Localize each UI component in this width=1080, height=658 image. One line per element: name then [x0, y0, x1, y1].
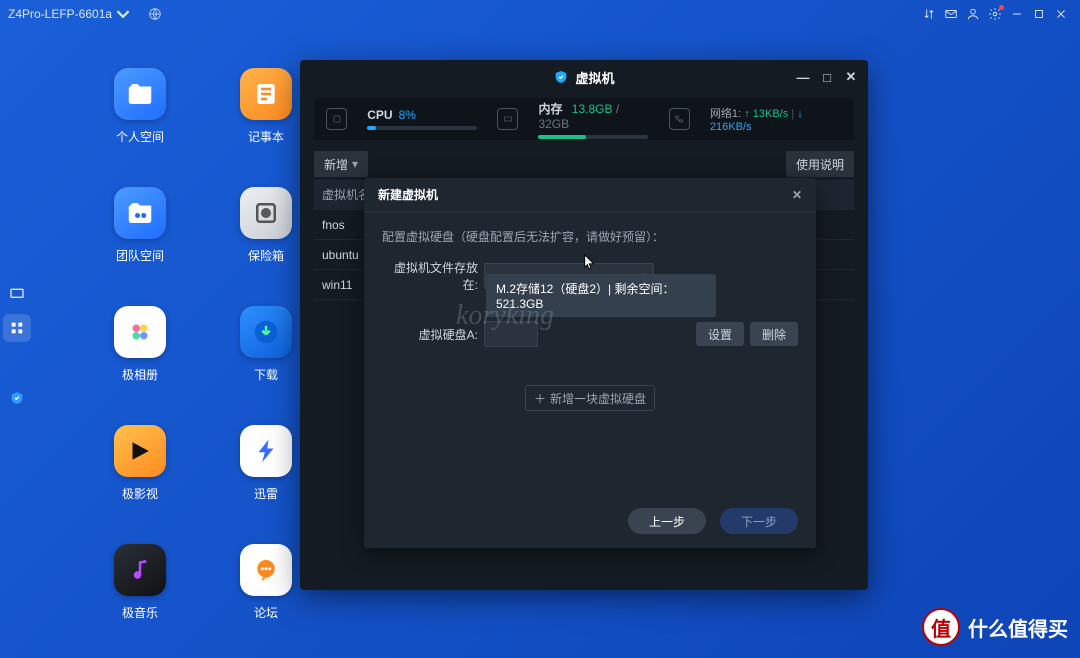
add-vm-button[interactable]: 新增 ▾ [314, 151, 368, 177]
maximize-button[interactable] [1028, 3, 1050, 25]
cpu-percent: 8% [399, 108, 416, 122]
transfer-icon[interactable] [918, 3, 940, 25]
close-button[interactable] [1050, 3, 1072, 25]
settings-icon[interactable] [984, 3, 1006, 25]
system-topbar: Z4Pro-LEFP-6601a [0, 0, 1080, 28]
vm-toolbar: 新增 ▾ 使用说明 [314, 148, 854, 180]
vm-close-button[interactable]: ✕ [840, 66, 862, 88]
smzdm-logo-icon: 值 [922, 608, 960, 646]
icon-video[interactable]: 极影视 [80, 425, 200, 502]
mem-used: 13.8GB [572, 102, 613, 116]
chevron-down-icon [116, 7, 130, 21]
help-button[interactable]: 使用说明 [786, 151, 854, 177]
next-step-button[interactable]: 下一步 [720, 508, 798, 534]
notification-dot [999, 5, 1004, 10]
rail-vm[interactable] [3, 384, 31, 412]
ram-chip-icon [497, 108, 518, 130]
storage-dropdown-option[interactable]: M.2存储12（硬盘2）| 剩余空间：521.3GB [486, 274, 716, 317]
smzdm-text: 什么值得买 [968, 613, 1068, 642]
modal-hint: 配置虚拟硬盘（硬盘配置后无法扩容，请做好预留）： [382, 228, 798, 245]
label-storage-location: 虚拟机文件存放在: [382, 259, 478, 293]
rail-apps[interactable] [3, 314, 31, 342]
vm-minimize-button[interactable]: — [792, 66, 814, 88]
cpu-chip-icon [326, 108, 347, 130]
mail-icon[interactable] [940, 3, 962, 25]
net-up: 13KB/s [753, 108, 788, 120]
minimize-button[interactable] [1006, 3, 1028, 25]
modal-close-button[interactable]: ✕ [786, 184, 808, 206]
device-name: Z4Pro-LEFP-6601a [8, 7, 112, 21]
left-rail [0, 280, 34, 412]
vm-window-title: 虚拟机 [575, 68, 614, 87]
cpu-bar [367, 126, 376, 130]
mem-total: 32GB [538, 117, 569, 131]
icon-photo-album[interactable]: 极相册 [80, 306, 200, 383]
icon-music[interactable]: 极音乐 [80, 544, 200, 621]
icon-personal-space[interactable]: 个人空间 [80, 68, 200, 145]
prev-step-button[interactable]: 上一步 [628, 508, 706, 534]
vm-maximize-button[interactable]: □ [816, 66, 838, 88]
desktop-grid: 个人空间 记事本 团队空间 保险箱 极相册 下载 极影视 迅雷 极音乐 论坛 [80, 68, 326, 621]
vm-stats-bar: CPU8% 内存 13.8GB / 32GB 网络1: ↑ 13KB/s | ↓… [314, 98, 854, 140]
mem-bar [538, 135, 585, 139]
modal-title: 新建虚拟机 [378, 186, 438, 203]
disk-delete-button[interactable]: 删除 [750, 322, 798, 346]
disk-settings-button[interactable]: 设置 [696, 322, 744, 346]
new-vm-modal: 新建虚拟机 ✕ 配置虚拟硬盘（硬盘配置后无法扩容，请做好预留）： 虚拟机文件存放… [364, 178, 816, 548]
rail-dashboard[interactable] [3, 280, 31, 308]
shield-icon [553, 69, 569, 85]
user-icon[interactable] [962, 3, 984, 25]
net-down: 216KB/s [710, 121, 752, 133]
add-disk-button[interactable]: ＋新增一块虚拟硬盘 [525, 385, 655, 411]
disk-a-input[interactable] [484, 321, 538, 347]
globe-icon[interactable] [144, 3, 166, 25]
label-disk-a: 虚拟硬盘A: [382, 326, 478, 343]
smzdm-badge: 值 什么值得买 [922, 608, 1068, 646]
device-selector[interactable]: Z4Pro-LEFP-6601a [8, 7, 130, 21]
icon-team-space[interactable]: 团队空间 [80, 187, 200, 264]
net-chip-icon [669, 108, 690, 130]
vm-window-titlebar[interactable]: 虚拟机 — □ ✕ [300, 60, 868, 94]
vm-window: 虚拟机 — □ ✕ CPU8% 内存 13.8GB / 32GB 网络1: ↑ … [300, 60, 868, 590]
